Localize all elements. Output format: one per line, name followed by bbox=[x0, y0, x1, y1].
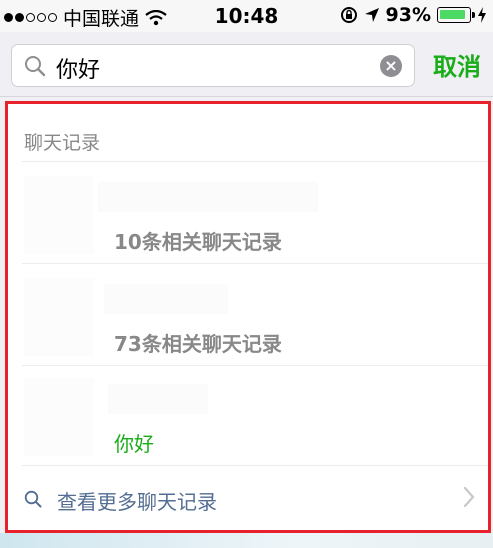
search-header: 你好 × 取消 bbox=[0, 32, 493, 97]
search-input[interactable]: 你好 × bbox=[11, 44, 415, 87]
location-arrow-icon bbox=[364, 8, 379, 22]
contact-name bbox=[108, 384, 208, 414]
match-count-text: 10条相关聊天记录 bbox=[114, 230, 282, 254]
view-more-chat-history-row[interactable]: 查看更多聊天记录 bbox=[8, 466, 488, 530]
avatar bbox=[24, 176, 94, 254]
search-query-text[interactable]: 你好 bbox=[56, 52, 100, 84]
avatar bbox=[24, 378, 94, 456]
cancel-button[interactable]: 取消 bbox=[433, 47, 481, 82]
battery-fill bbox=[440, 10, 465, 19]
match-count-text: 73条相关聊天记录 bbox=[114, 332, 282, 356]
list-item[interactable]: 你好 bbox=[8, 366, 488, 465]
search-icon bbox=[25, 56, 46, 77]
clear-search-button[interactable]: × bbox=[380, 55, 402, 77]
close-icon: × bbox=[384, 56, 398, 75]
avatar bbox=[24, 278, 94, 356]
status-bar: 中国联通 10:48 93% bbox=[0, 0, 493, 32]
background-strip bbox=[0, 533, 493, 548]
list-item[interactable]: 73条相关聊天记录 bbox=[8, 264, 488, 365]
search-icon bbox=[24, 490, 42, 508]
section-title-chat-history: 聊天记录 bbox=[24, 132, 101, 154]
battery-percent: 93% bbox=[385, 4, 431, 26]
rotation-lock-icon bbox=[340, 7, 357, 23]
status-right: 93% bbox=[340, 4, 487, 26]
battery-icon bbox=[437, 7, 475, 23]
charging-bolt-icon bbox=[478, 7, 486, 23]
view-more-label: 查看更多聊天记录 bbox=[57, 490, 217, 514]
contact-name bbox=[98, 182, 318, 212]
list-item[interactable]: 10条相关聊天记录 bbox=[8, 162, 488, 263]
message-snippet: 你好 bbox=[114, 432, 154, 456]
search-results-panel: 聊天记录 10条相关聊天记录 73条相关聊天记录 你好 查看更多聊天记录 bbox=[5, 101, 491, 533]
contact-name bbox=[104, 284, 228, 314]
chevron-right-icon bbox=[463, 486, 475, 508]
